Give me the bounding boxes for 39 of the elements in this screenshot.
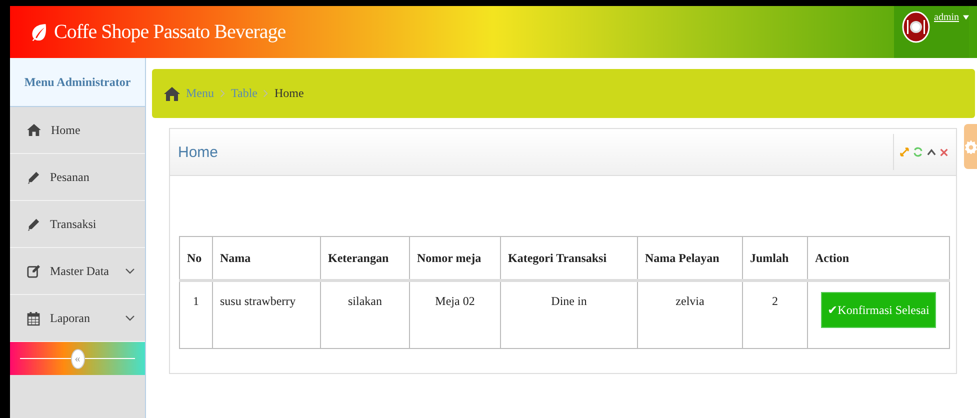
plate-cutlery-icon[interactable]	[902, 11, 930, 43]
column-header: Nomor meja	[410, 236, 500, 280]
sidebar-item[interactable]: Transaksi	[10, 201, 145, 248]
chevron-right-icon	[220, 89, 225, 98]
table-cell: 2	[742, 280, 808, 348]
calendar-icon	[27, 310, 40, 326]
column-header: Nama Pelayan	[638, 236, 742, 280]
column-header: Kategori Transaksi	[500, 236, 638, 280]
sidebar-item[interactable]: Pesanan	[10, 154, 145, 201]
caret-icon	[963, 15, 969, 20]
breadcrumb-current: Home	[274, 86, 304, 101]
table-cell: 1	[180, 280, 212, 348]
panel-title: Home	[178, 144, 218, 160]
home-icon	[164, 86, 180, 100]
column-header: Keterangan	[320, 236, 410, 280]
resize-icon[interactable]	[900, 147, 909, 157]
chevron-right-icon	[263, 89, 268, 98]
sidebar-item[interactable]: Home	[10, 107, 145, 154]
column-header: Jumlah	[742, 236, 808, 280]
close-icon[interactable]	[940, 148, 948, 156]
app-title: Coffe Shope Passato Beverage	[54, 20, 286, 44]
leaf-icon	[30, 23, 48, 41]
sidebar-title: Menu Administrator	[10, 58, 145, 107]
table-cell: zelvia	[638, 280, 742, 348]
home-icon	[27, 124, 41, 136]
pencil-icon	[27, 170, 40, 184]
table-cell: Dine in	[500, 280, 638, 348]
pencil-icon	[27, 218, 40, 230]
table-cell: Meja 02	[410, 280, 500, 348]
edit-icon	[27, 264, 40, 278]
table-cell: susu strawberry	[212, 280, 320, 348]
table-cell: silakan	[320, 280, 410, 348]
sidebar-item[interactable]: Master Data	[10, 248, 145, 295]
user-menu-link[interactable]: admin	[934, 12, 959, 23]
refresh-icon[interactable]	[913, 147, 923, 157]
column-header: No	[180, 236, 212, 280]
column-header: Action	[808, 236, 950, 280]
chevron-up-icon[interactable]	[927, 148, 936, 156]
column-header: Nama	[212, 236, 320, 280]
